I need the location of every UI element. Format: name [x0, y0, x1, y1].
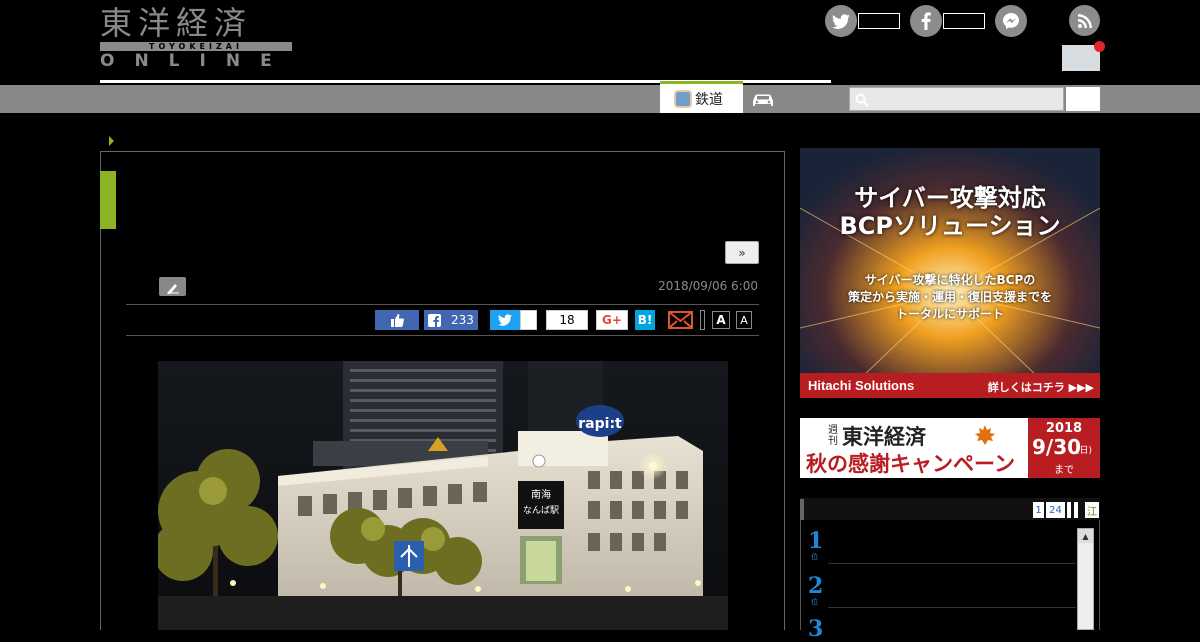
ranking-tab-24h[interactable]: 24	[1046, 502, 1065, 518]
twitter-follow-count[interactable]	[858, 13, 900, 29]
search-button[interactable]	[1066, 87, 1100, 111]
mail-share-button[interactable]	[668, 310, 693, 330]
ranking-tab-3[interactable]	[1067, 502, 1071, 518]
author-icon[interactable]	[159, 277, 186, 296]
google-plus-button[interactable]: G+	[596, 310, 628, 330]
ranking-suffix-1: 位	[811, 553, 818, 561]
twitter-share-count	[520, 310, 537, 330]
nankai-sign-line1: 南海	[531, 488, 551, 501]
publish-date: 2018/09/06 6:00	[658, 279, 758, 293]
title-accent-bar	[100, 171, 116, 229]
twitter-bird-icon	[498, 314, 512, 326]
ad1-brand: Hitachi Solutions	[808, 378, 915, 393]
ad1-body-3: トータルにサポート	[895, 307, 1004, 321]
ranking-tab-4[interactable]	[1074, 502, 1078, 518]
twitter-share-button[interactable]	[490, 310, 520, 330]
ranking-number-1: 1	[808, 528, 824, 554]
hatena-bookmark-count[interactable]: 18	[546, 310, 588, 330]
ad2-campaign: 秋の感謝キャンペーン	[806, 451, 1015, 476]
rss-icon[interactable]	[1069, 5, 1100, 36]
ranking-suffix-2: 位	[811, 598, 818, 606]
article-photo: rapi:t 南海 なんば駅	[158, 361, 728, 630]
ranking-divider-1	[828, 563, 1076, 564]
thumbs-up-icon	[391, 313, 404, 327]
font-size-small-button[interactable]: A	[736, 311, 752, 329]
maple-leaf-icon	[974, 424, 996, 446]
facebook-share-button[interactable]: 233	[424, 310, 478, 330]
logo-main-text: 東洋経済	[100, 4, 253, 42]
facebook-like-button[interactable]	[375, 310, 419, 330]
twitter-icon[interactable]	[825, 5, 857, 37]
ranking-number-2: 2	[808, 573, 824, 599]
facebook-follow-count[interactable]	[943, 13, 985, 29]
messenger-icon[interactable]	[995, 5, 1027, 37]
ranking-divider-2	[828, 607, 1076, 608]
search-icon	[855, 92, 869, 107]
tab-rail[interactable]: 鉄道	[660, 81, 743, 113]
logo-roman-text: TOYOKEIZAI	[100, 42, 292, 51]
more-button[interactable]: »	[725, 241, 759, 264]
tab-rail-label: 鉄道	[695, 91, 723, 108]
ranking-number-3: 3	[808, 616, 824, 642]
ranking-scrollbar[interactable]	[1077, 528, 1094, 630]
breadcrumb-arrow-icon	[109, 136, 114, 146]
ad1-cta[interactable]: 詳しくはコチラ ▶▶▶	[968, 379, 1094, 395]
ranking-header-accent	[800, 499, 804, 520]
share-divider-top	[126, 304, 759, 305]
mail-icon	[668, 311, 693, 329]
ranking-tab-1h[interactable]: 1	[1033, 502, 1044, 518]
font-size-large-button[interactable]: A	[712, 311, 730, 329]
ad1-body-2: 策定から実施・運用・復旧支援までを	[847, 290, 1052, 304]
notification-badge	[1094, 41, 1105, 52]
share-divider-bottom	[126, 335, 759, 336]
ad2-date-block: 2018 9/30 (日) まで	[1028, 418, 1100, 478]
ad2-weekly: 週刊	[828, 425, 838, 447]
rapit-sign: rapi:t	[578, 416, 622, 432]
nankai-sign-line2: なんば駅	[523, 505, 559, 516]
ad2-year: 2018	[1045, 421, 1083, 436]
ad2-dow: (日)	[1076, 446, 1093, 456]
ranking-tab-extra[interactable]: 江	[1085, 502, 1099, 518]
ad1-headline-2: BCPソリューション	[839, 212, 1061, 240]
hatena-bookmark-button[interactable]: B!	[635, 310, 655, 330]
ad1-body-1: サイバー攻撃に特化したBCPの	[864, 273, 1036, 287]
facebook-icon	[428, 313, 441, 327]
car-icon[interactable]	[750, 89, 778, 109]
sidebar-ad-banner-campaign[interactable]: 週刊 東洋経済 秋の感謝キャンペーン 2018 9/30 (日) まで	[800, 418, 1100, 478]
logo-sub-text: ONLINE	[100, 51, 292, 71]
scroll-up-icon[interactable]: ▲	[1078, 529, 1093, 543]
site-logo[interactable]: 東洋経済 TOYOKEIZAI ONLINE	[100, 6, 292, 72]
font-size-separator	[700, 310, 705, 330]
facebook-icon[interactable]	[910, 5, 942, 37]
ad2-title: 東洋経済	[842, 424, 926, 449]
sidebar-ad-banner-cyber[interactable]: サイバー攻撃対応 BCPソリューション サイバー攻撃に特化したBCPの 策定から…	[800, 148, 1100, 398]
search-input[interactable]	[849, 87, 1064, 111]
facebook-share-count: 233	[451, 313, 474, 327]
ad2-until: まで	[1054, 465, 1074, 476]
ad2-date: 9/30	[1032, 435, 1082, 459]
train-icon	[674, 89, 692, 108]
